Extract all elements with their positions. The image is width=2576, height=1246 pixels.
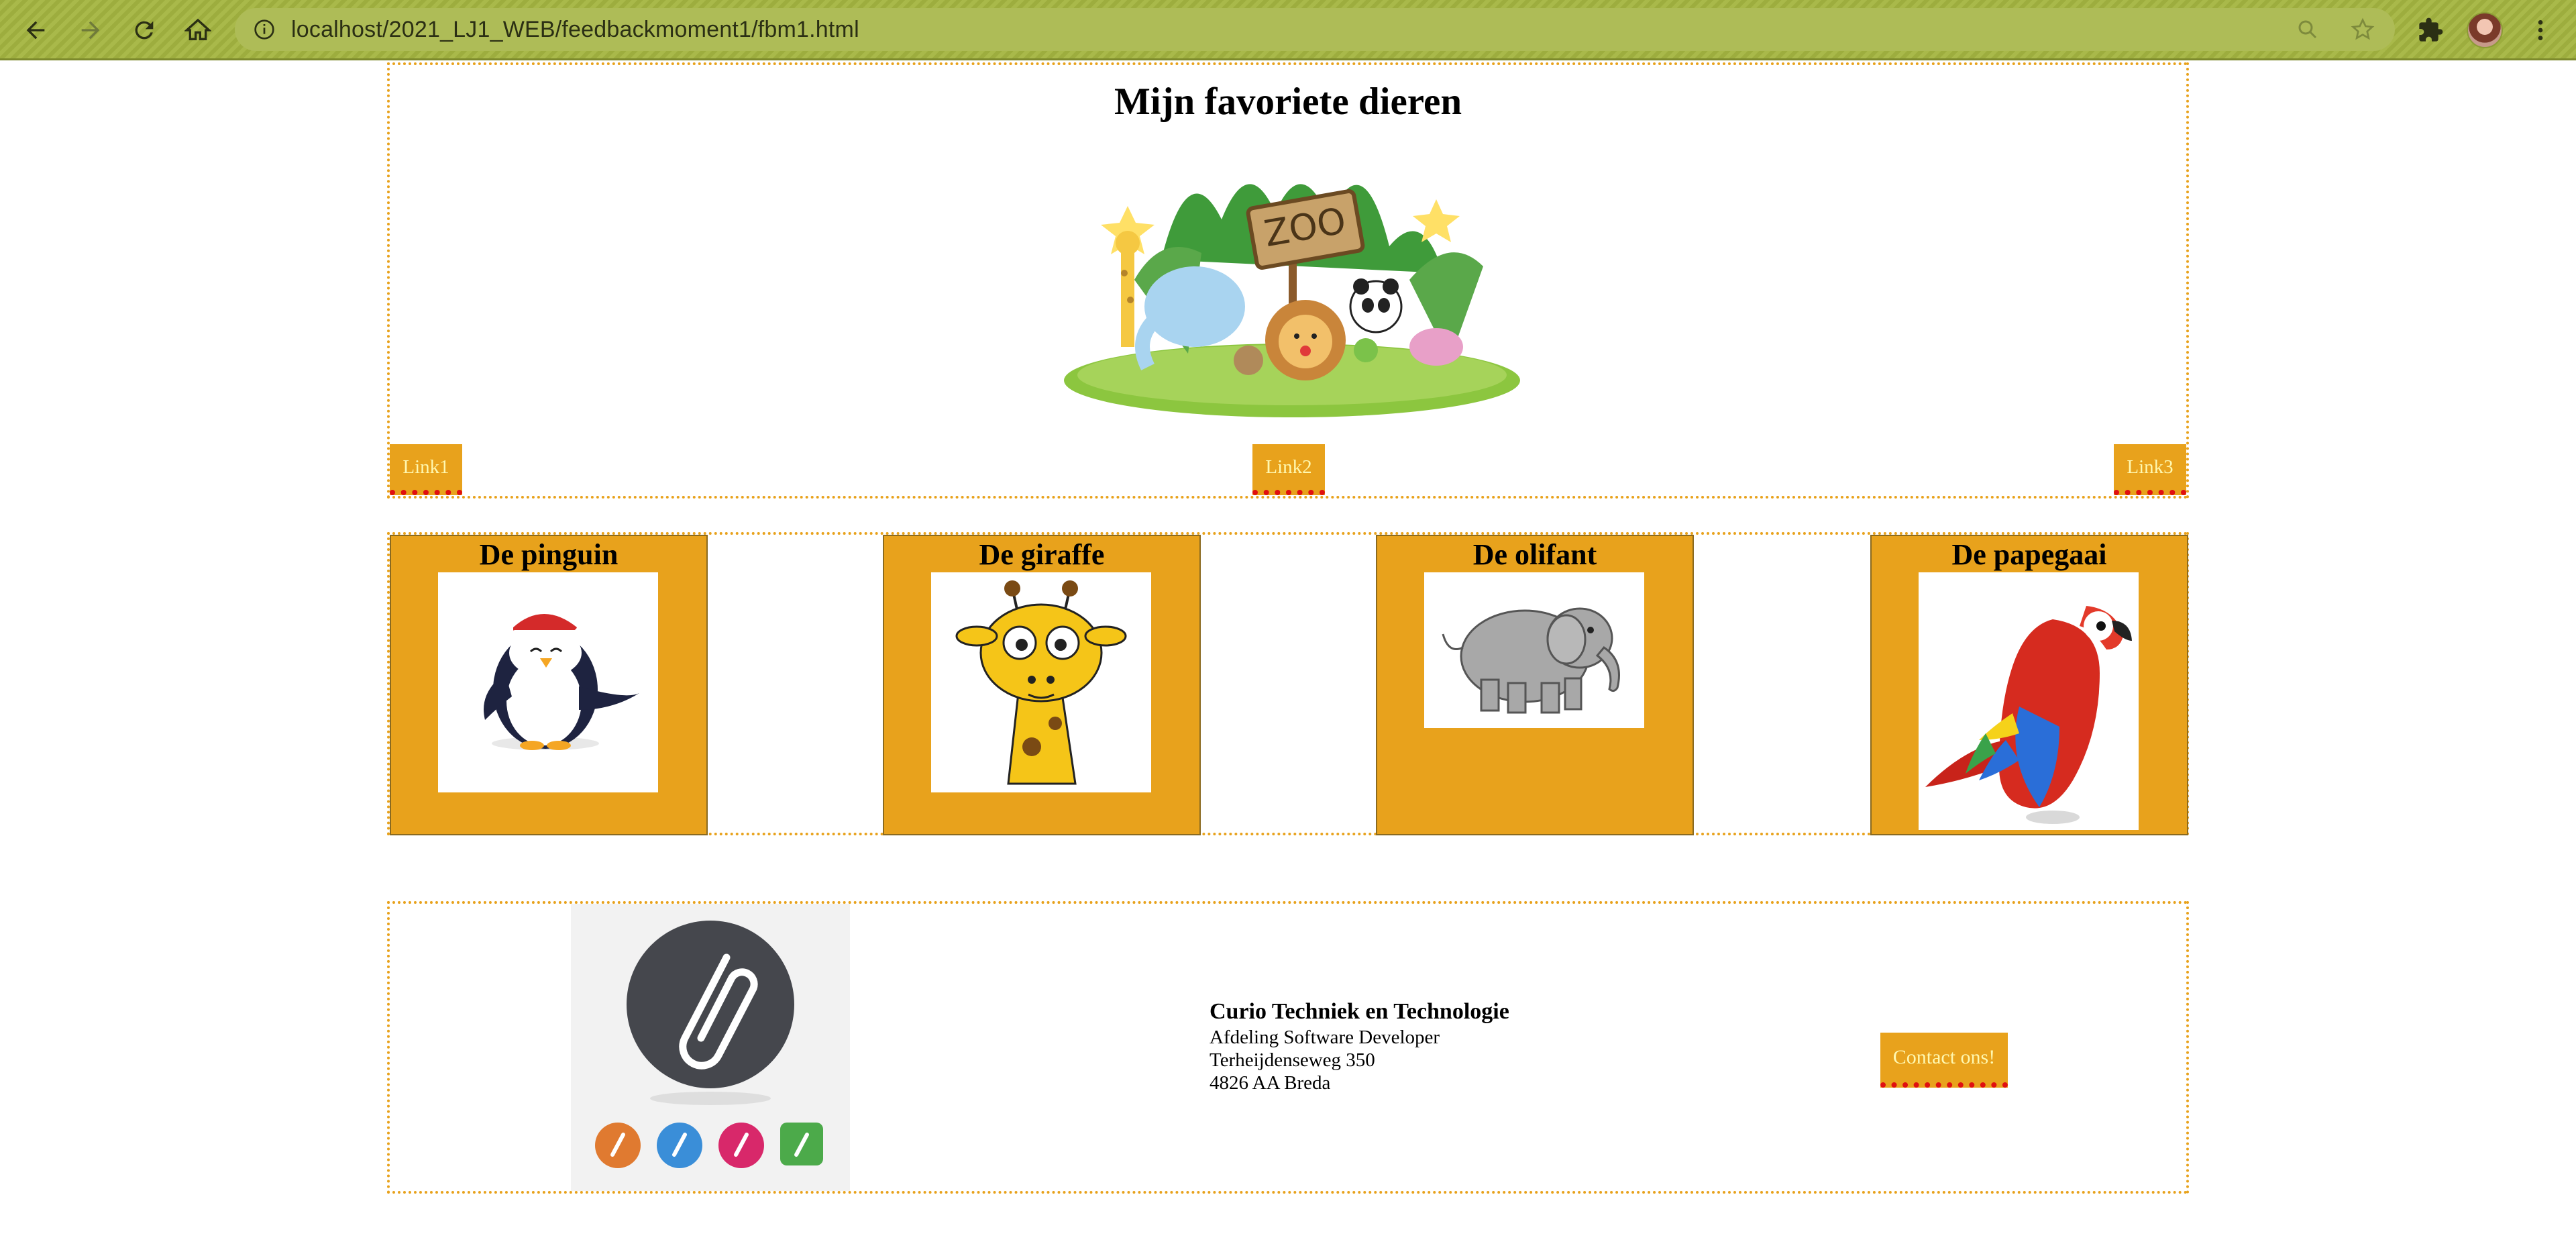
animal-card-title: De giraffe (979, 538, 1105, 571)
menu-icon[interactable] (2524, 13, 2557, 47)
footer-section: Curio Techniek en Technologie Afdeling S… (387, 901, 2189, 1194)
animal-card-title: De papegaai (1951, 538, 2107, 571)
contact-address: Curio Techniek en Technologie Afdeling S… (1210, 998, 1509, 1094)
city-line: 4826 AA Breda (1210, 1072, 1331, 1094)
animal-card-giraffe: De giraffe (883, 535, 1201, 835)
star-icon[interactable] (2351, 17, 2375, 45)
organization-name: Curio Techniek en Technologie (1210, 999, 1509, 1024)
back-icon[interactable] (19, 13, 52, 47)
page-title: Mijn favoriete dieren (1114, 81, 1462, 123)
header-section: Mijn favoriete dieren ZOO Link1 Link2 Li… (387, 62, 2189, 499)
nav-link-1[interactable]: Link1 (390, 444, 462, 495)
elephant-image (1424, 572, 1644, 728)
reload-icon[interactable] (127, 13, 161, 47)
parrot-image (1919, 572, 2139, 830)
animal-card-title: De pinguin (479, 538, 619, 571)
zoo-illustration: ZOO (1064, 184, 1520, 417)
browser-toolbar: localhost/2021_LJ1_WEB/feedbackmoment1/f… (0, 0, 2576, 60)
forward-icon[interactable] (74, 13, 107, 47)
animal-card-penguin: De pinguin (390, 535, 708, 835)
department-line: Afdeling Software Developer (1210, 1027, 1440, 1048)
page-content: Mijn favoriete dieren ZOO Link1 Link2 Li… (0, 62, 2576, 1246)
home-icon[interactable] (181, 13, 215, 47)
street-line: Terheijdenseweg 350 (1210, 1049, 1375, 1071)
address-bar[interactable]: localhost/2021_LJ1_WEB/feedbackmoment1/f… (235, 8, 2395, 51)
paperclip-logo-image (571, 904, 850, 1191)
url-text[interactable]: localhost/2021_LJ1_WEB/feedbackmoment1/f… (291, 17, 859, 43)
penguin-image (438, 572, 658, 792)
animals-section: De pinguin De giraffe De olifant De pape… (387, 532, 2189, 835)
extensions-icon[interactable] (2414, 13, 2447, 47)
nav-link-3[interactable]: Link3 (2114, 444, 2186, 495)
animal-card-parrot: De papegaai (1870, 535, 2188, 835)
info-icon[interactable] (252, 17, 276, 42)
animal-card-title: De olifant (1472, 538, 1597, 571)
animal-card-elephant: De olifant (1376, 535, 1694, 835)
nav-link-2[interactable]: Link2 (1252, 444, 1325, 495)
profile-avatar[interactable] (2467, 12, 2503, 48)
zoom-icon[interactable] (2296, 17, 2320, 45)
giraffe-image (931, 572, 1151, 792)
contact-button[interactable]: Contact ons! (1880, 1033, 2008, 1088)
